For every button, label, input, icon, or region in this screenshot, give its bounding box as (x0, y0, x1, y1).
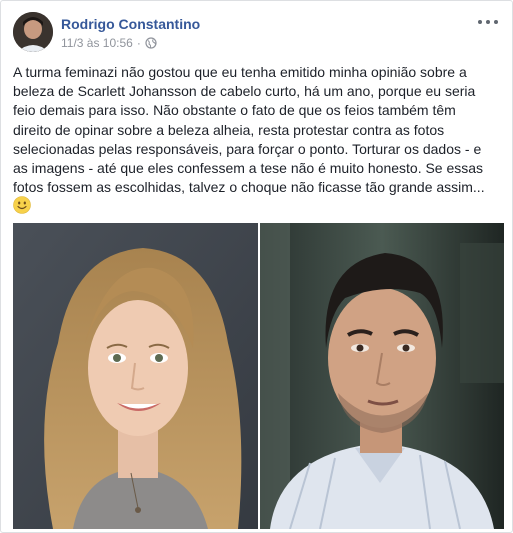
post-photo-man[interactable] (260, 223, 504, 529)
post-header: Rodrigo Constantino 11/3 às 10:56 · (13, 12, 500, 54)
post-text-line: A turma feminazi não gostou que eu tenha… (13, 64, 467, 80)
post-text-line: selecionadas pelas responsáveis, para fo… (13, 140, 482, 157)
more-dot (494, 20, 498, 24)
post-text: A turma feminazi não gostou que eu tenha… (13, 63, 502, 197)
globe-icon[interactable] (145, 37, 157, 49)
post-text-line: direito de opinar sobre a beleza alheia,… (13, 121, 445, 138)
post-text-line: fotos fossem as escolhidas, talvez o cho… (13, 179, 485, 196)
post-text-line: beleza de Scarlett Johansson de cabelo c… (13, 83, 476, 100)
post-photo-woman[interactable] (13, 223, 258, 529)
more-dot (478, 20, 482, 24)
woman-portrait-image (13, 223, 258, 529)
meta-separator: · (136, 36, 141, 50)
post-timestamp[interactable]: 11/3 às 10:56 (61, 36, 133, 50)
post-meta: 11/3 às 10:56 · (61, 36, 157, 50)
smiley-emoji-icon (13, 196, 31, 214)
facebook-post: Rodrigo Constantino 11/3 às 10:56 · A tu… (0, 0, 513, 533)
post-text-line: feio demais para isso. Não obstante o fa… (13, 102, 456, 119)
author-avatar[interactable] (13, 12, 53, 52)
man-portrait-image (260, 223, 504, 529)
more-dot (486, 20, 490, 24)
more-options-icon[interactable] (478, 14, 498, 30)
author-name-link[interactable]: Rodrigo Constantino (61, 16, 200, 32)
post-text-line: as imagens - até que eles confessem a te… (13, 160, 484, 177)
avatar-photo (13, 12, 53, 52)
